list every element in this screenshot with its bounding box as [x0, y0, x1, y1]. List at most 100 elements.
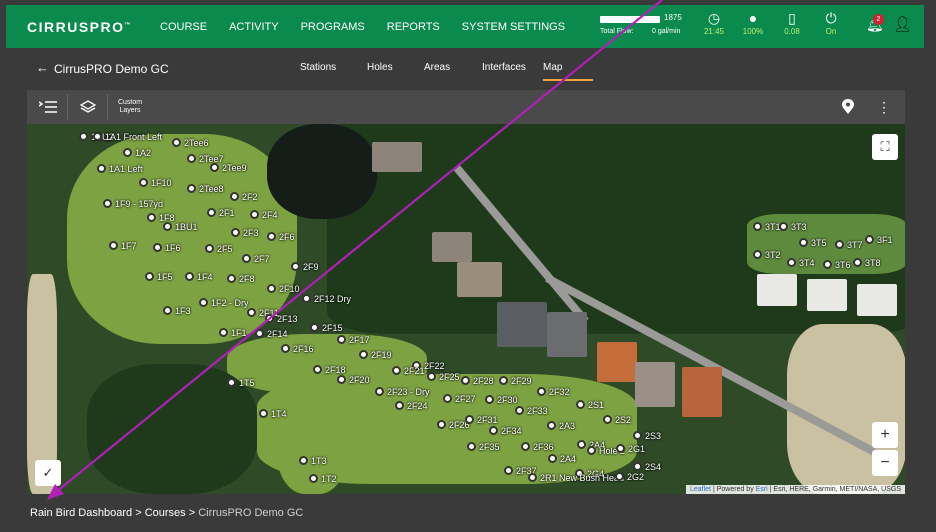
station-marker[interactable]: 2F10 — [267, 284, 300, 294]
back-arrow-icon[interactable]: ← — [36, 60, 49, 75]
nav-system-settings[interactable]: SYSTEM SETTINGS — [462, 21, 565, 33]
station-marker[interactable]: 2F8 — [227, 274, 255, 284]
station-marker[interactable]: 2F15 — [310, 323, 343, 333]
station-marker[interactable]: 2F6 — [267, 232, 295, 242]
station-marker[interactable]: 1F10 — [139, 178, 172, 188]
station-marker[interactable]: 2F16 — [281, 344, 314, 354]
station-marker[interactable]: 3T8 — [853, 258, 881, 268]
station-marker[interactable]: 1A2 — [123, 148, 151, 158]
station-marker[interactable]: 2F18 — [313, 365, 346, 375]
station-marker[interactable]: 3T1 — [753, 222, 781, 232]
more-menu-icon[interactable]: ⋮ — [873, 90, 895, 124]
station-marker[interactable]: 3T6 — [823, 260, 851, 270]
station-marker[interactable]: 2F7 — [242, 254, 270, 264]
station-marker[interactable]: 2F1 — [207, 208, 235, 218]
tab-interfaces[interactable]: Interfaces — [482, 62, 526, 73]
power-status[interactable]: ⏻ On — [814, 9, 848, 36]
nav-reports[interactable]: REPORTS — [387, 21, 440, 33]
station-marker[interactable]: 2Tee8 — [187, 184, 224, 194]
water-budget-status[interactable]: ● 100% — [736, 9, 770, 36]
select-check-icon[interactable]: ✓ — [35, 460, 61, 486]
station-marker[interactable]: 3T5 — [799, 238, 827, 248]
total-flow-meter[interactable]: 1875 Total Flow: 0 gal/min — [594, 10, 690, 38]
leaflet-link[interactable]: Leaflet — [690, 486, 711, 493]
station-marker[interactable]: 1A1 Left — [97, 164, 143, 174]
station-marker[interactable]: 2F2 — [230, 192, 258, 202]
zoom-out-button[interactable]: − — [872, 450, 898, 476]
station-marker[interactable]: 1F2 - Dry — [199, 298, 249, 308]
station-marker[interactable]: 1F5 — [145, 272, 173, 282]
station-marker[interactable]: 2F3 — [231, 228, 259, 238]
station-marker[interactable]: 2F32 — [537, 387, 570, 397]
station-marker[interactable]: 2F5 — [205, 244, 233, 254]
station-marker[interactable]: 3T3 — [779, 222, 807, 232]
station-marker[interactable]: 2F36 — [521, 442, 554, 452]
station-marker[interactable]: 2S4 — [633, 462, 661, 472]
station-marker[interactable]: 2F27 — [443, 394, 476, 404]
station-marker[interactable]: 2F33 — [515, 406, 548, 416]
station-marker[interactable]: 2G2 — [615, 472, 644, 482]
station-marker[interactable]: 2F19 — [359, 350, 392, 360]
station-marker[interactable]: 1BU1 — [163, 222, 198, 232]
nav-course[interactable]: COURSE — [160, 21, 207, 33]
station-marker[interactable]: 3F1 — [865, 235, 893, 245]
battery-status[interactable]: ▯ 0.08 — [775, 9, 809, 36]
station-marker[interactable]: 1T3 — [299, 456, 327, 466]
station-marker[interactable]: 2A3 — [547, 421, 575, 431]
course-map[interactable]: 1BU2 1A1 Front Left 2Tee6 1A2 2Tee7 1A1 Left 2… — [27, 124, 905, 494]
station-marker[interactable]: 2F35 — [467, 442, 500, 452]
tab-areas[interactable]: Areas — [424, 62, 450, 73]
tab-holes[interactable]: Holes — [367, 62, 393, 73]
breadcrumb-courses[interactable]: Courses — [145, 507, 186, 519]
station-marker[interactable]: 1F9 - 157yd — [103, 199, 163, 209]
station-marker[interactable]: 3T4 — [787, 258, 815, 268]
station-marker[interactable]: 2F24 — [395, 401, 428, 411]
station-marker[interactable]: 2G1 — [616, 444, 645, 454]
station-marker[interactable]: 1T4 — [259, 409, 287, 419]
nav-activity[interactable]: ACTIVITY — [229, 21, 279, 33]
station-marker[interactable]: 2F20 — [337, 375, 370, 385]
station-marker[interactable]: 1F1 — [219, 328, 247, 338]
station-marker[interactable]: 2F23 - Dry — [375, 387, 430, 397]
station-marker[interactable]: 1T2 — [309, 474, 337, 484]
station-marker[interactable]: 3T2 — [753, 250, 781, 260]
station-marker[interactable]: 2F21 — [392, 366, 425, 376]
station-marker[interactable]: 2F28 — [461, 376, 494, 386]
cirruspro-logo[interactable]: CIRRUSPRO™ — [27, 19, 132, 35]
station-marker[interactable]: 1A1 Front Left — [93, 132, 162, 142]
time-status[interactable]: ◷ 21:45 — [697, 9, 731, 36]
station-marker[interactable]: 1T5 — [227, 378, 255, 388]
station-marker[interactable]: 2S1 — [576, 400, 604, 410]
user-account-icon[interactable]: 👤︎ — [893, 15, 912, 33]
station-marker[interactable]: 2F31 — [465, 415, 498, 425]
station-marker[interactable]: 3T7 — [835, 240, 863, 250]
station-marker[interactable]: 1F4 — [185, 272, 213, 282]
station-marker[interactable]: 1F7 — [109, 241, 137, 251]
station-marker[interactable]: 2Tee6 — [172, 138, 209, 148]
station-marker[interactable]: 1F3 — [163, 306, 191, 316]
station-marker[interactable]: 2Tee9 — [210, 163, 247, 173]
station-marker[interactable]: 2F30 — [485, 395, 518, 405]
station-marker[interactable]: 2F14 — [255, 329, 288, 339]
station-marker[interactable]: 2F4 — [250, 210, 278, 220]
station-marker[interactable]: 2F13 — [265, 314, 298, 324]
station-marker[interactable]: 2R1 New Bush Head — [528, 473, 624, 483]
breadcrumb-dashboard[interactable]: Rain Bird Dashboard — [30, 507, 132, 519]
zoom-in-button[interactable]: + — [872, 422, 898, 448]
station-marker[interactable]: 2S2 — [603, 415, 631, 425]
station-marker[interactable]: 2F25 — [427, 372, 460, 382]
custom-layers-button[interactable]: Custom Layers — [111, 90, 149, 124]
station-marker[interactable]: 2F29 — [499, 376, 532, 386]
station-marker[interactable]: 1F6 — [153, 243, 181, 253]
tab-stations[interactable]: Stations — [300, 62, 336, 73]
list-toggle-icon[interactable] — [31, 90, 65, 124]
nav-programs[interactable]: PROGRAMS — [301, 21, 365, 33]
station-marker[interactable]: 2F9 — [291, 262, 319, 272]
fullscreen-icon[interactable]: ⛶ — [872, 134, 898, 160]
station-marker[interactable]: 2A4 — [548, 454, 576, 464]
esri-link[interactable]: Esri — [756, 486, 768, 493]
station-marker[interactable]: 2F34 — [489, 426, 522, 436]
tab-map[interactable]: Map — [543, 62, 593, 81]
location-pin-icon[interactable] — [835, 90, 861, 124]
station-marker[interactable]: 2F12 Dry — [302, 294, 351, 304]
